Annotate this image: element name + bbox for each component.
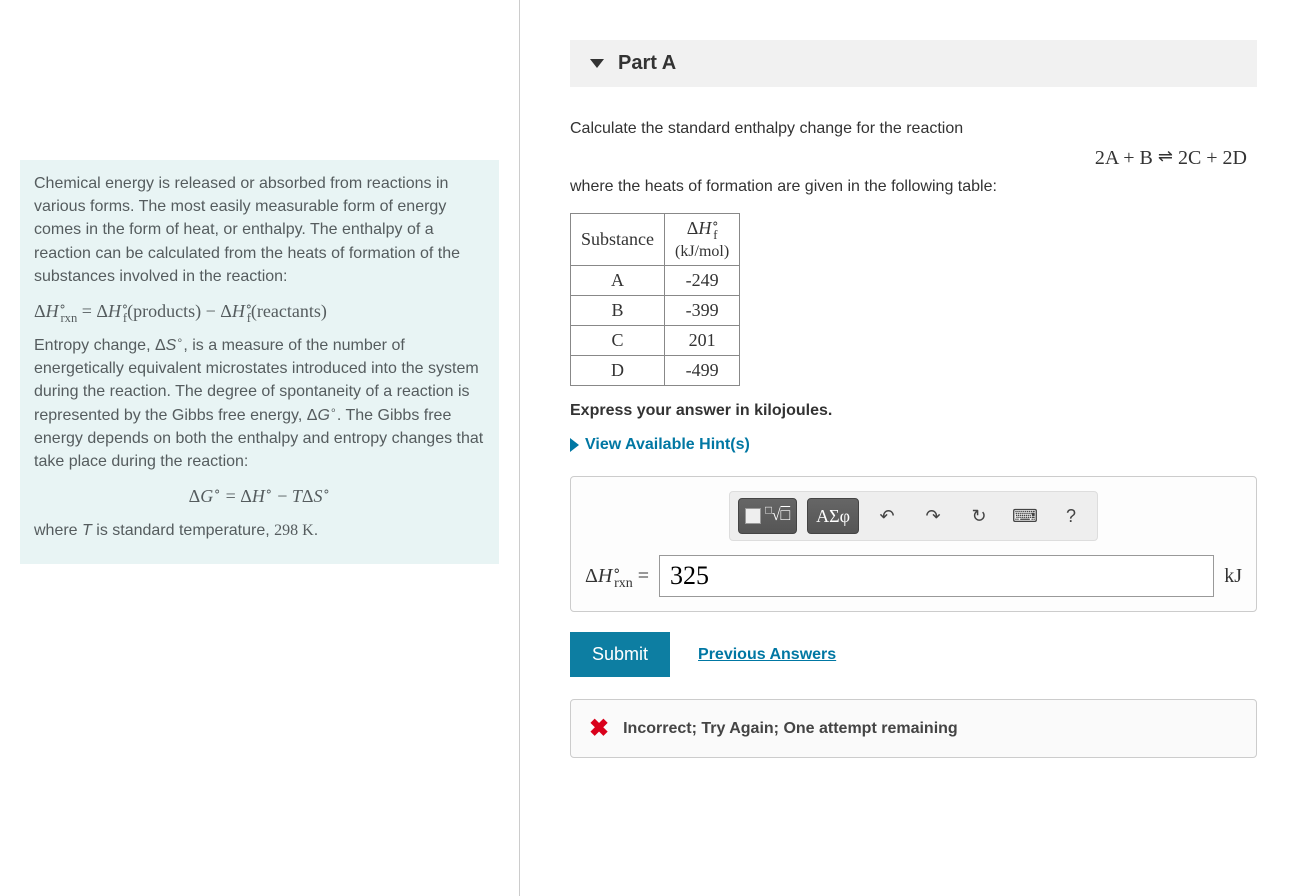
template-palette-button[interactable]: □√□: [738, 498, 797, 534]
heats-of-formation-table: Substance ΔH∘f (kJ/mol) A-249 B-399 C201…: [570, 213, 740, 386]
intro-para3: where T is standard temperature, 298 K.: [34, 519, 485, 542]
help-button[interactable]: ?: [1053, 498, 1089, 534]
caret-right-icon: [570, 438, 579, 452]
question-prompt: Calculate the standard enthalpy change f…: [570, 117, 1257, 199]
answer-instructions: Express your answer in kilojoules.: [570, 402, 1257, 420]
part-label: Part A: [618, 52, 676, 75]
col-substance: Substance: [571, 214, 665, 266]
intro-box: Chemical energy is released or absorbed …: [20, 160, 499, 564]
intro-para2: Entropy change, ΔS∘, is a measure of the…: [34, 334, 485, 473]
intro-para1: Chemical energy is released or absorbed …: [34, 172, 485, 288]
answer-entry-box: □√□ ΑΣφ ↶ ↷ ↻ ⌨ ? ΔH∘rxn =: [570, 476, 1257, 612]
root-template-icon: □√□: [765, 507, 790, 525]
undo-icon: ↶: [880, 506, 895, 527]
greek-palette-button[interactable]: ΑΣφ: [807, 498, 859, 534]
reset-button[interactable]: ↻: [961, 498, 997, 534]
undo-button[interactable]: ↶: [869, 498, 905, 534]
part-header[interactable]: Part A: [570, 40, 1257, 87]
redo-icon: ↷: [926, 506, 941, 527]
redo-button[interactable]: ↷: [915, 498, 951, 534]
feedback-banner: ✖ Incorrect; Try Again; One attempt rema…: [570, 699, 1257, 758]
reset-icon: ↻: [972, 506, 987, 527]
answer-unit: kJ: [1224, 565, 1242, 588]
incorrect-icon: ✖: [589, 714, 609, 743]
answer-input[interactable]: [659, 555, 1214, 597]
collapse-icon: [590, 59, 604, 68]
col-deltaHf: ΔH∘f (kJ/mol): [664, 214, 739, 266]
view-hints-link[interactable]: View Available Hint(s): [570, 436, 1257, 454]
table-row: C201: [571, 326, 740, 356]
template-icon: [745, 508, 761, 524]
reaction-equation: 2A + B ⇌ 2C + 2D: [570, 143, 1257, 173]
submit-button[interactable]: Submit: [570, 632, 670, 677]
feedback-text: Incorrect; Try Again; One attempt remain…: [623, 720, 958, 738]
keyboard-button[interactable]: ⌨: [1007, 498, 1043, 534]
table-row: B-399: [571, 296, 740, 326]
gibbs-formula: ΔG∘ = ΔH∘ − TΔS∘: [34, 483, 485, 509]
equation-toolbar: □√□ ΑΣφ ↶ ↷ ↻ ⌨ ?: [729, 491, 1098, 541]
answer-variable-label: ΔH∘rxn =: [585, 565, 649, 588]
enthalpy-formula: ΔH∘rxn = ΔH∘f(products) − ΔH∘f(reactants…: [34, 298, 485, 324]
table-row: D-499: [571, 356, 740, 386]
keyboard-icon: ⌨: [1012, 506, 1038, 527]
problem-intro-panel: Chemical energy is released or absorbed …: [0, 0, 520, 896]
previous-answers-link[interactable]: Previous Answers: [698, 646, 836, 664]
table-row: A-249: [571, 266, 740, 296]
table-header-row: Substance ΔH∘f (kJ/mol): [571, 214, 740, 266]
